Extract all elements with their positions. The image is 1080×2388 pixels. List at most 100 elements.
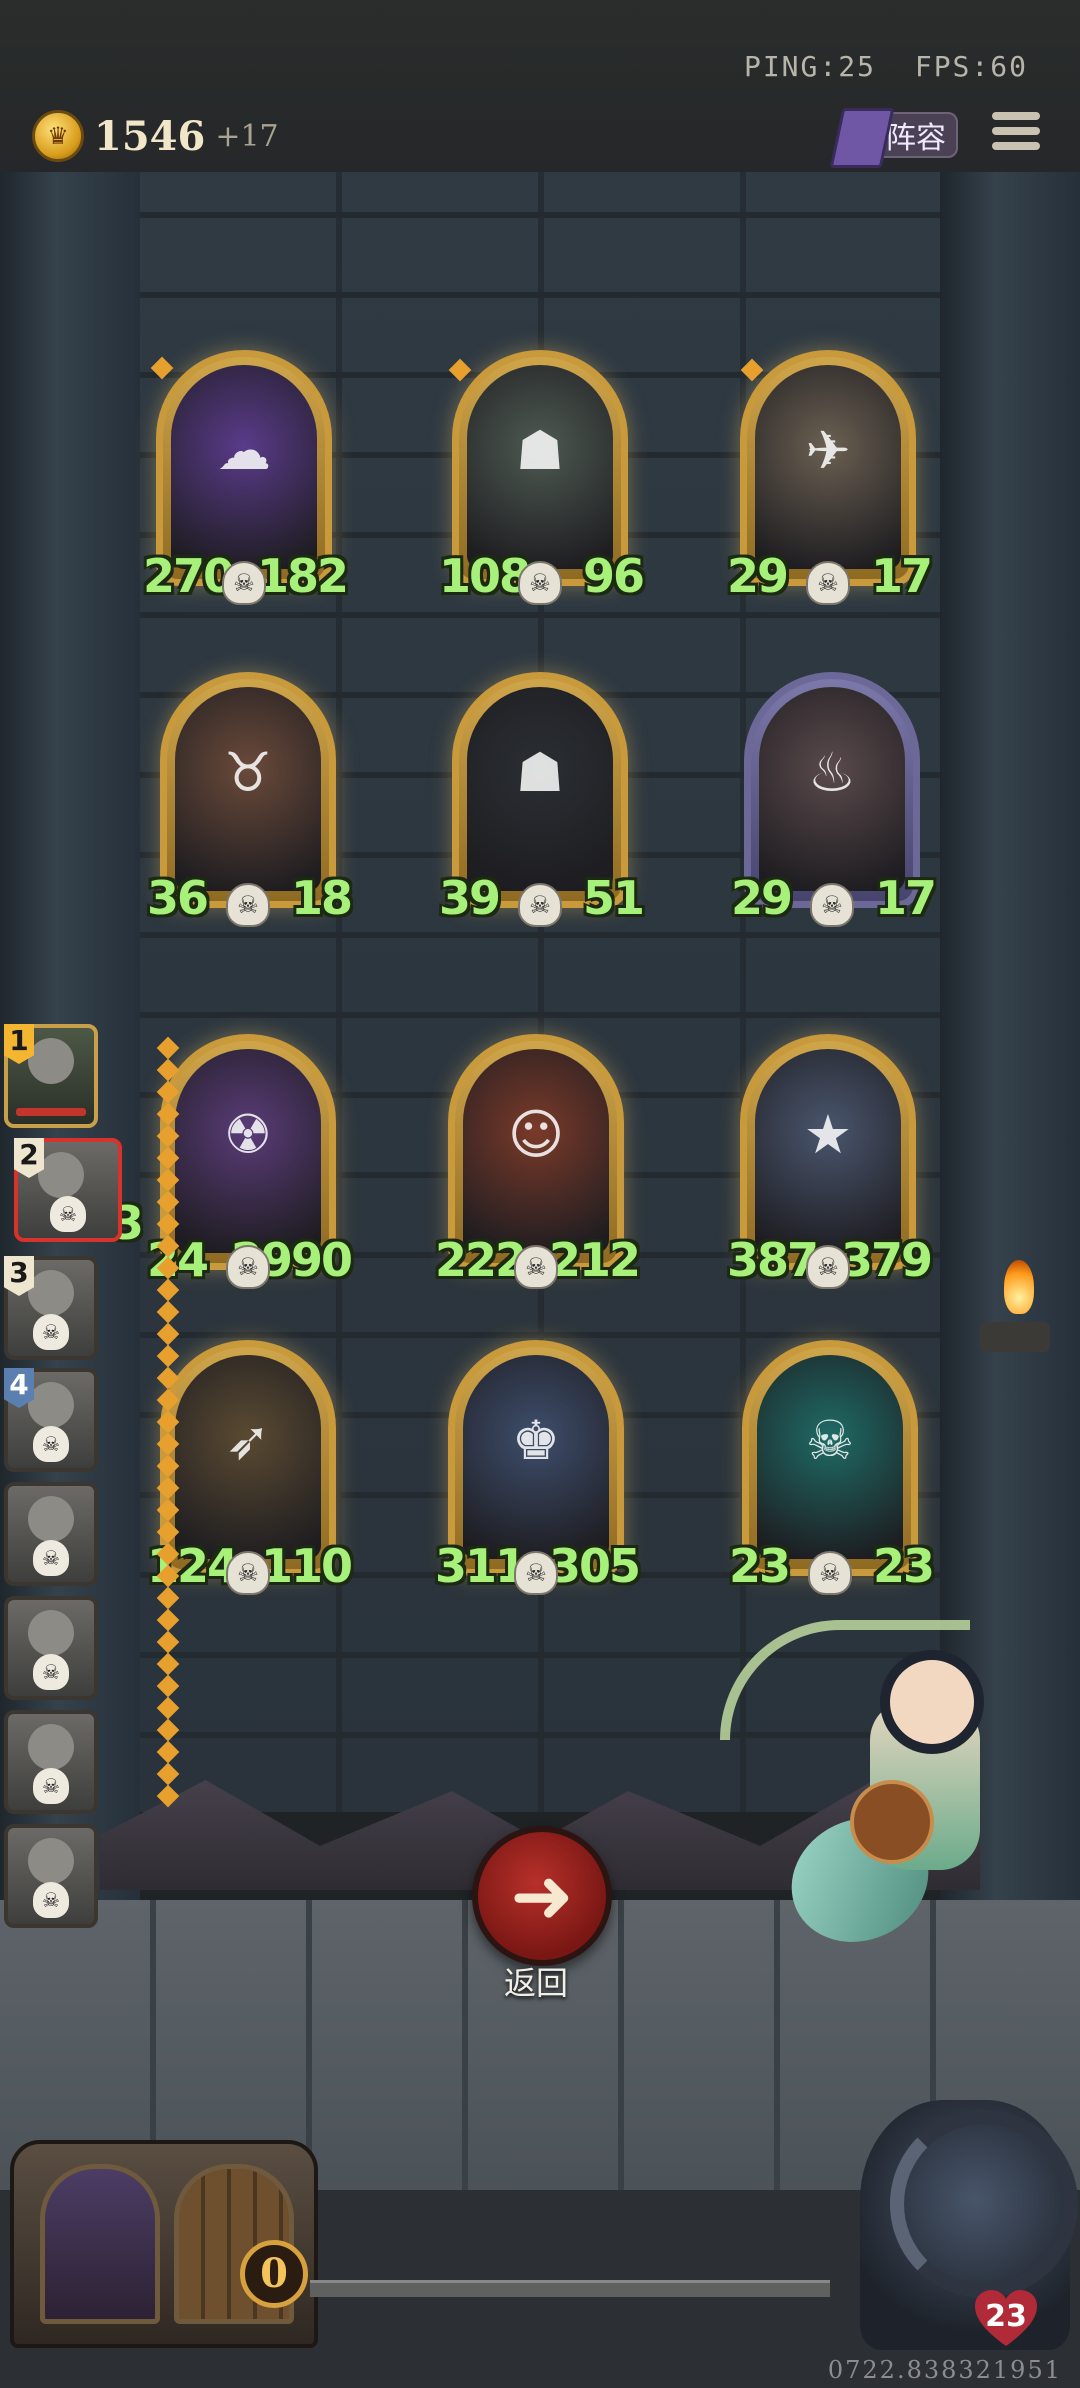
opponent-face-icon [28,1270,74,1316]
opponent-face-icon [28,1724,74,1770]
card-art: ☗ [467,687,613,891]
deathrattle-skull-icon: ☠ [514,1245,558,1289]
deathrattle-skull-icon: ☠ [806,1245,850,1289]
attack-value: 29 [731,871,793,925]
minion-card[interactable]: ♨ 29 17 ☠ [731,672,937,927]
health-value: 17 [874,871,937,925]
roster-slot[interactable]: ☠ 3 [4,1256,98,1360]
lineup-button[interactable]: 阵容 [829,108,958,168]
bearded-king-icon: ♚ [511,1409,561,1473]
card-art: ➶ [175,1355,321,1559]
card-art: ✈ [755,365,901,569]
menu-button[interactable] [992,112,1040,156]
minion-card[interactable]: ☗ 108 96 ☠ [439,350,645,605]
minion-card[interactable]: ☢ 24 2990 ☠ [147,1034,353,1289]
health-value: 18 [290,871,353,925]
ghost-woman-icon: ☁ [217,419,271,483]
attack-value: 311 [435,1539,527,1593]
lineup-label: 阵容 [886,121,946,156]
minion-card[interactable]: ☗ 39 51 ☠ [439,672,645,927]
rail [310,2280,830,2297]
wizard-icon: ★ [803,1103,853,1167]
archer-dwarf-icon: ➶ [225,1409,271,1473]
skull-icon: ☠ [33,1654,69,1690]
deathrattle-skull-icon: ☠ [226,1551,270,1595]
deathrattle-skull-icon: ☠ [810,883,854,927]
attack-value: 23 [729,1539,791,1593]
fps-text: FPS:60 [914,50,1028,83]
roster-slot[interactable]: ☠ 4 [4,1368,98,1472]
card-art: ☠ [757,1355,903,1559]
roster-slot[interactable]: ☠ [4,1824,98,1928]
opponent-face-icon [28,1838,74,1884]
health-value: 182 [256,549,349,603]
menu-line-icon [992,112,1040,120]
roster-slot[interactable]: ☠ [4,1482,98,1586]
card-art: ☗ [467,365,613,569]
chef-icon: ♨ [807,741,857,805]
minion-card[interactable]: ☺ 222 212 ☠ [435,1034,641,1289]
lute-icon [850,1780,934,1864]
minion-card[interactable]: ➶ 124 110 ☠ [147,1340,353,1595]
arrow-left-icon: ➜ [510,1851,574,1940]
roster-slot[interactable]: ☠ [4,1596,98,1700]
menu-line-icon [992,127,1040,135]
opponent-face-icon [28,1038,74,1084]
hooded-goblin-icon: ☗ [515,419,565,483]
minion-card[interactable]: ☠ 23 23 ☠ [729,1340,935,1595]
shadow-reaper-icon: ☗ [515,741,565,805]
attack-value: 39 [439,871,501,925]
card-art: ☢ [175,1049,321,1253]
health-value: 379 [840,1233,933,1287]
card-art: ♉ [175,687,321,891]
minion-card[interactable]: ✈ 29 17 ☠ [727,350,933,605]
health-value: 17 [870,549,933,603]
spectral-beast-icon: ☠ [805,1409,855,1473]
menu-line-icon [992,142,1040,150]
card-art: ☁ [171,365,317,569]
skull-icon: ☠ [33,1882,69,1918]
deathrattle-skull-icon: ☠ [806,561,850,605]
attack-value: 108 [439,549,531,603]
gold-income: +17 [215,118,279,154]
minion-card[interactable]: ♚ 311 305 ☠ [435,1340,641,1595]
attack-value: 124 [147,1539,239,1593]
attack-value: 29 [727,549,789,603]
gold-display: ♛ 1546 +17 [32,110,279,162]
gold-amount: 1546 [94,112,206,160]
skull-icon: ☠ [33,1540,69,1576]
roster-slot[interactable]: ☠ [4,1710,98,1814]
deathrattle-skull-icon: ☠ [222,561,266,605]
horned-ogre-icon: ♉ [223,741,273,805]
attack-value: 24 [147,1233,209,1287]
hero-portrait[interactable] [860,2100,1078,2350]
game-id: 0722.838321951 [827,2356,1062,2384]
health-value: 212 [548,1233,641,1287]
health-value: 110 [260,1539,353,1593]
top-hud: PING:25 FPS:60 ♛ 1546 +17 阵容 [0,0,1080,175]
gold-coin-icon: ♛ [32,110,84,162]
minion-card[interactable]: ♉ 36 18 ☠ [147,672,353,927]
rocket-ship-icon: ✈ [805,419,851,483]
deathrattle-skull-icon: ☠ [518,883,562,927]
ping-text: PING:25 [743,50,876,83]
deathrattle-skull-icon: ☠ [226,1245,270,1289]
minion-card[interactable]: ★ 387 379 ☠ [727,1034,933,1289]
tavern-window-icon [40,2164,160,2324]
return-button[interactable]: ➜ [472,1826,612,1966]
opponent-face-icon [28,1382,74,1428]
attack-value: 222 [435,1233,527,1287]
mad-scientist-icon: ☢ [223,1103,273,1167]
clown-icon: ☺ [507,1103,565,1167]
roster-slot[interactable]: 1 [4,1024,98,1128]
card-art: ♨ [759,687,905,891]
skull-icon: ☠ [33,1768,69,1804]
health-value: 51 [582,871,645,925]
torch-icon [980,1260,1060,1420]
minion-card[interactable]: ☁ 270 182 ☠ [143,350,349,605]
roster-slot[interactable]: ☠ 2 [14,1138,122,1242]
shop-counter: 0 [240,2240,308,2308]
deathrattle-skull-icon: ☠ [514,1551,558,1595]
skull-icon: ☠ [50,1196,86,1232]
book-icon [829,108,895,168]
